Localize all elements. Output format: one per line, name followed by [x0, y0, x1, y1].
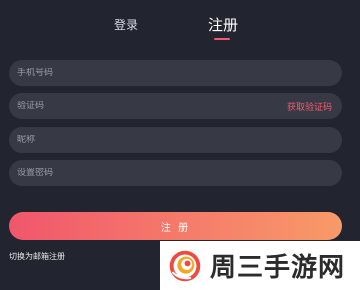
- switch-to-email-register-link[interactable]: 切换为邮箱注册: [9, 251, 65, 262]
- watermark: 周三手游网: [160, 241, 360, 290]
- verification-code-field[interactable]: 获取验证码: [9, 93, 342, 119]
- verification-code-input[interactable]: [17, 101, 287, 111]
- register-button[interactable]: 注 册: [9, 212, 342, 240]
- swirl-logo-icon: [169, 250, 201, 281]
- auth-tabs: 登录 注册: [0, 0, 360, 48]
- phone-input[interactable]: [17, 68, 332, 78]
- password-field[interactable]: [9, 160, 342, 186]
- nickname-field[interactable]: [9, 127, 342, 153]
- active-tab-indicator: [214, 38, 230, 40]
- get-code-button[interactable]: 获取验证码: [287, 100, 332, 113]
- phone-field[interactable]: [9, 60, 342, 86]
- password-input[interactable]: [17, 168, 332, 178]
- nickname-input[interactable]: [17, 135, 332, 145]
- watermark-text: 周三手游网: [210, 253, 346, 283]
- tab-login[interactable]: 登录: [114, 16, 138, 33]
- tab-register[interactable]: 注册: [208, 14, 238, 35]
